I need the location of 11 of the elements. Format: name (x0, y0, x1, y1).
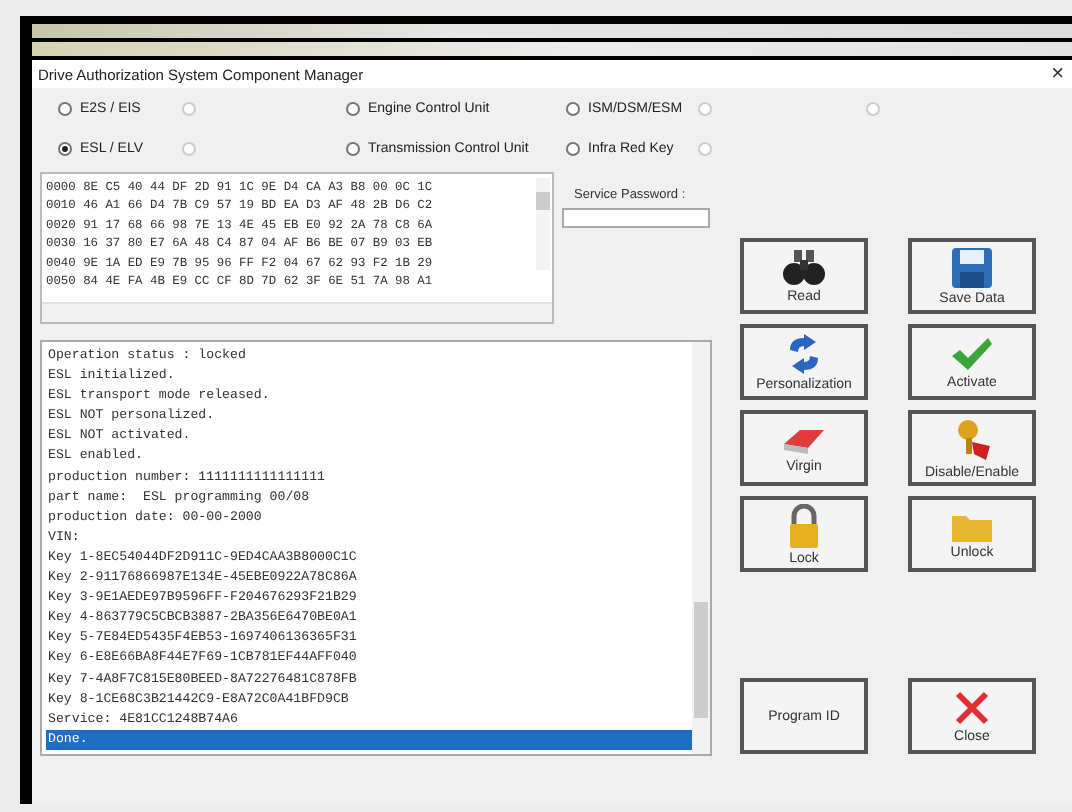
scroll-bar[interactable] (536, 178, 550, 270)
padlock-icon (788, 503, 820, 547)
scroll-bar[interactable] (692, 342, 710, 754)
scroll-bar[interactable] (42, 302, 552, 322)
binoculars-icon (782, 249, 826, 285)
hex-editor[interactable] (40, 172, 554, 324)
close-button[interactable]: × (1051, 62, 1064, 86)
close-icon (954, 689, 990, 725)
circular-arrows-icon (786, 333, 822, 373)
service-password-field[interactable] (562, 208, 710, 228)
checkmark-icon (950, 335, 994, 371)
